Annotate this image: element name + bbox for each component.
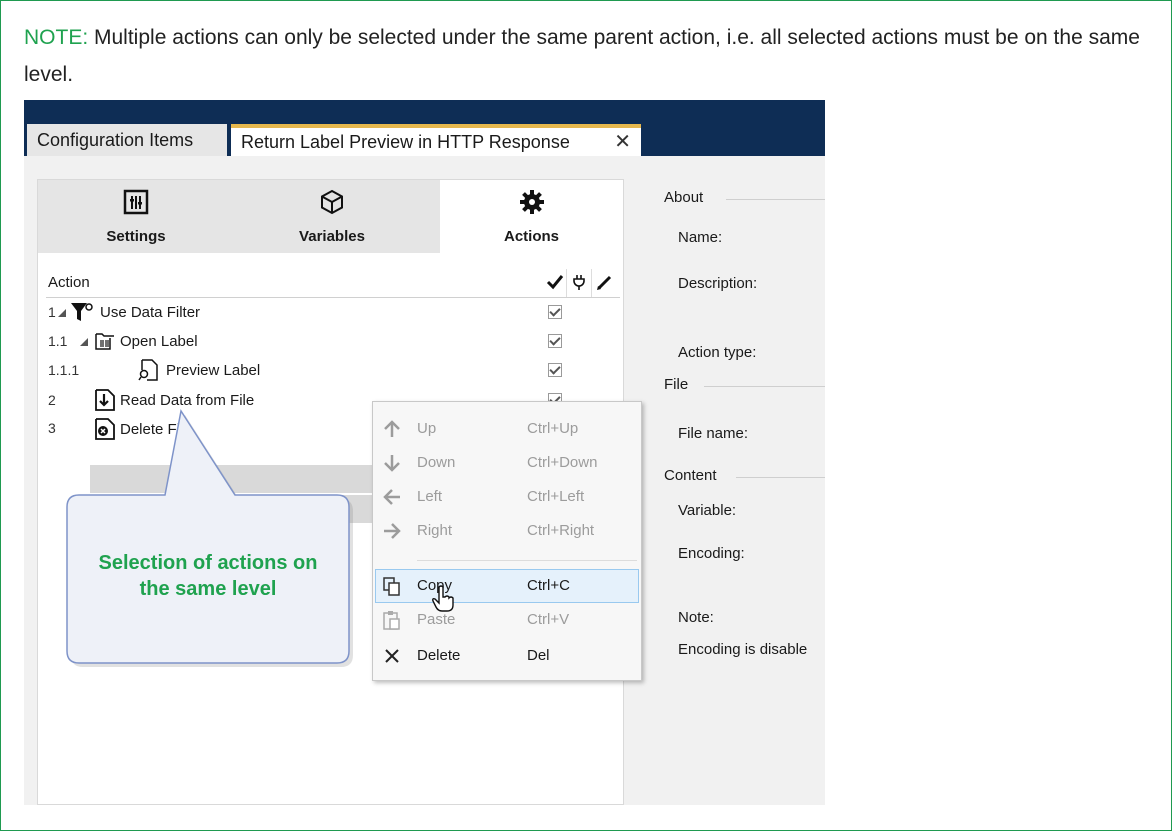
- properties-panel: About Name: Description: Action type: Fi…: [654, 179, 825, 805]
- list-item[interactable]: Read Data from File: [120, 392, 254, 409]
- enabled-checkbox[interactable]: [548, 334, 562, 348]
- tab-bar: Configuration Items Return Label Preview…: [24, 100, 825, 156]
- menu-separator: [417, 560, 637, 561]
- variables-button[interactable]: Variables: [234, 180, 430, 253]
- menu-label: Delete: [417, 647, 461, 664]
- row-number: 3: [48, 420, 56, 436]
- row-number: 1.1.1: [48, 362, 80, 378]
- menu-item-up[interactable]: Up Ctrl+Up: [373, 412, 641, 446]
- section-content: Content: [664, 467, 717, 484]
- menu-item-down[interactable]: Down Ctrl+Down: [373, 446, 641, 480]
- note-lead: NOTE:: [24, 26, 89, 49]
- file-name-label: File name:: [678, 425, 749, 442]
- read-data-icon: [95, 389, 115, 411]
- check-column-icon: [546, 275, 564, 290]
- action-type-label: Action type:: [678, 344, 757, 361]
- variables-label: Variables: [299, 228, 365, 245]
- menu-shortcut: Ctrl+Up: [527, 420, 579, 437]
- menu-shortcut: Ctrl+Down: [527, 454, 598, 471]
- enabled-checkbox[interactable]: [548, 305, 562, 319]
- note-body: Multiple actions can only be selected un…: [24, 26, 1140, 86]
- encoding-label: Encoding:: [678, 545, 745, 562]
- menu-item-copy[interactable]: Copy Ctrl+C: [373, 569, 641, 603]
- delete-file-icon: [95, 418, 115, 440]
- menu-label: Right: [417, 522, 453, 539]
- plug-column-icon: [573, 275, 585, 290]
- arrow-right-icon: [384, 523, 401, 539]
- actions-label: Actions: [503, 228, 559, 245]
- name-label: Name:: [678, 229, 723, 246]
- section-about: About: [664, 189, 704, 206]
- filter-icon: [71, 303, 93, 321]
- callout-text: Selection of actions on the same level: [67, 550, 349, 602]
- divider: [736, 477, 825, 478]
- tab-configuration-items[interactable]: Configuration Items: [27, 124, 227, 156]
- actions-button[interactable]: Actions: [440, 180, 623, 253]
- enabled-checkbox[interactable]: [548, 363, 562, 377]
- pencil-column-icon: [597, 275, 612, 290]
- tab-return-label-preview[interactable]: Return Label Preview in HTTP Response ✕: [231, 124, 641, 156]
- menu-shortcut: Ctrl+Right: [527, 522, 595, 539]
- divider: [726, 199, 825, 200]
- row-number: 1: [48, 304, 56, 320]
- settings-sliders-icon: [123, 189, 149, 215]
- note-frame: NOTE: Multiple actions can only be selec…: [0, 0, 1172, 831]
- list-item[interactable]: Delete File: [120, 421, 192, 438]
- preview-label-icon: [138, 359, 158, 381]
- settings-button[interactable]: Settings: [38, 180, 234, 253]
- menu-label: Down: [417, 454, 456, 471]
- menu-item-delete[interactable]: Delete Del: [373, 639, 641, 673]
- list-item[interactable]: Open Label: [120, 333, 198, 350]
- menu-label: Left: [417, 488, 443, 505]
- callout-line: the same level: [139, 578, 277, 600]
- menu-item-right[interactable]: Right Ctrl+Right: [373, 514, 641, 548]
- delete-x-icon: [385, 649, 399, 663]
- paste-icon: [383, 611, 400, 630]
- list-item[interactable]: Preview Label: [166, 362, 260, 379]
- context-menu: Up Ctrl+Up Down Ctrl+Down Left Ctrl+Left…: [372, 401, 642, 681]
- menu-item-paste[interactable]: Paste Ctrl+V: [373, 603, 641, 637]
- menu-item-left[interactable]: Left Ctrl+Left: [373, 480, 641, 514]
- encoding-disabled-note: Encoding is disable: [678, 641, 808, 658]
- callout-line: Selection of actions on: [98, 552, 318, 574]
- description-label: Description:: [678, 275, 758, 292]
- settings-label: Settings: [106, 228, 166, 245]
- menu-shortcut: Ctrl+Left: [527, 488, 585, 505]
- list-item[interactable]: Use Data Filter: [100, 304, 200, 321]
- copy-icon: [383, 577, 400, 596]
- close-icon[interactable]: ✕: [614, 128, 631, 156]
- cube-icon: [321, 189, 343, 215]
- menu-shortcut: Del: [527, 647, 550, 664]
- arrow-left-icon: [383, 489, 400, 505]
- note-text: NOTE: Multiple actions can only be selec…: [24, 19, 1144, 93]
- note-label: Note:: [678, 609, 714, 626]
- action-list-header: Action: [46, 269, 620, 298]
- menu-shortcut: Ctrl+C: [527, 577, 570, 594]
- open-label-icon: [95, 333, 114, 350]
- arrow-down-icon: [384, 455, 400, 472]
- section-file: File: [664, 376, 689, 393]
- gear-icon: [519, 190, 544, 214]
- tab-label: Return Label Preview in HTTP Response: [241, 132, 570, 152]
- collapse-arrow-icon[interactable]: [80, 338, 88, 346]
- hand-cursor-icon: [432, 585, 454, 612]
- divider: [704, 386, 825, 387]
- action-column-header: Action: [48, 274, 90, 291]
- variable-label: Variable:: [678, 502, 737, 519]
- tab-label: Configuration Items: [37, 130, 194, 150]
- menu-label: Paste: [417, 611, 456, 628]
- menu-shortcut: Ctrl+V: [527, 611, 570, 628]
- collapse-arrow-icon[interactable]: [58, 309, 66, 317]
- row-number: 2: [48, 392, 56, 408]
- row-number: 1.1: [48, 333, 68, 349]
- arrow-up-icon: [384, 420, 400, 437]
- menu-label: Up: [417, 420, 437, 437]
